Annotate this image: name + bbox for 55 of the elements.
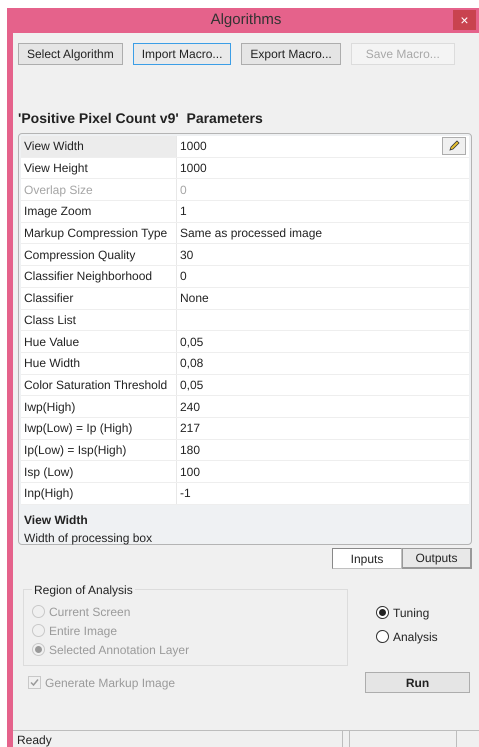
close-button[interactable]: × [453,10,476,30]
property-name[interactable]: Hue Width [21,352,177,374]
property-value: 100 [179,464,202,481]
property-name[interactable]: Compression Quality [21,244,177,266]
property-name[interactable]: Inp(High) [21,483,177,504]
property-name[interactable]: View Height [21,158,177,178]
property-value: -1 [179,485,192,502]
radio-label: Current Screen [49,604,130,620]
property-value: 30 [179,246,194,264]
property-name[interactable]: Color Saturation Threshold [21,374,177,396]
description-text: Width of processing box [24,530,154,547]
toolbar-button[interactable]: Export Macro... [241,43,341,65]
property-name[interactable]: Hue Value [21,331,177,352]
property-name[interactable]: Iwp(Low) = Ip (High) [21,418,177,439]
property-value: 1000 [179,138,208,156]
property-name[interactable]: Markup Compression Type [21,222,177,244]
property-value: Same as processed image [179,225,324,242]
window-title: Algorithms [210,10,282,30]
property-name[interactable]: Class List [21,310,177,330]
property-value: 0,08 [179,355,204,372]
toolbar-button[interactable]: Import Macro... [132,43,232,65]
property-name[interactable]: Iwp(High) [21,396,177,417]
property-value: None [179,290,210,308]
property-name[interactable]: Classifier [21,288,177,308]
property-value: 0 [179,182,188,199]
property-value: 240 [179,398,202,416]
property-value: 1000 [179,160,208,178]
property-value: 180 [179,442,202,459]
property-name[interactable]: Ip(Low) = Isp(High) [21,440,177,460]
radio-button[interactable] [376,630,389,643]
property-value: 0,05 [179,376,204,394]
checkmark-icon [30,678,39,687]
property-name[interactable]: Classifier Neighborhood [21,266,177,287]
radio-button[interactable] [376,606,389,619]
radio-label: Entire Image [49,622,118,640]
tab[interactable]: Inputs [332,548,402,569]
radio-label: Analysis [393,628,438,646]
property-value: 0,05 [179,334,204,351]
property-value: 0 [179,268,188,286]
description-title: View Width [24,512,89,529]
tab[interactable]: Outputs [402,548,472,569]
property-value: 217 [179,420,202,438]
pencil-icon [448,140,460,152]
property-name[interactable]: Isp (Low) [21,461,177,482]
radio-label: Selected Annotation Layer [49,642,190,658]
property-value: 1 [179,203,188,220]
run-button[interactable]: Run [365,672,470,693]
checkbox-label: Generate Markup Image [45,674,176,692]
status-text: Ready [13,731,343,747]
property-name[interactable]: Image Zoom [21,201,177,222]
radio-label: Tuning [393,604,430,622]
edit-button[interactable] [442,137,466,156]
property-name[interactable]: View Width [21,136,177,157]
parameters-heading: 'Positive Pixel Count v9' Parameters [18,109,264,128]
toolbar-button[interactable]: Select Algorithm [18,43,123,65]
